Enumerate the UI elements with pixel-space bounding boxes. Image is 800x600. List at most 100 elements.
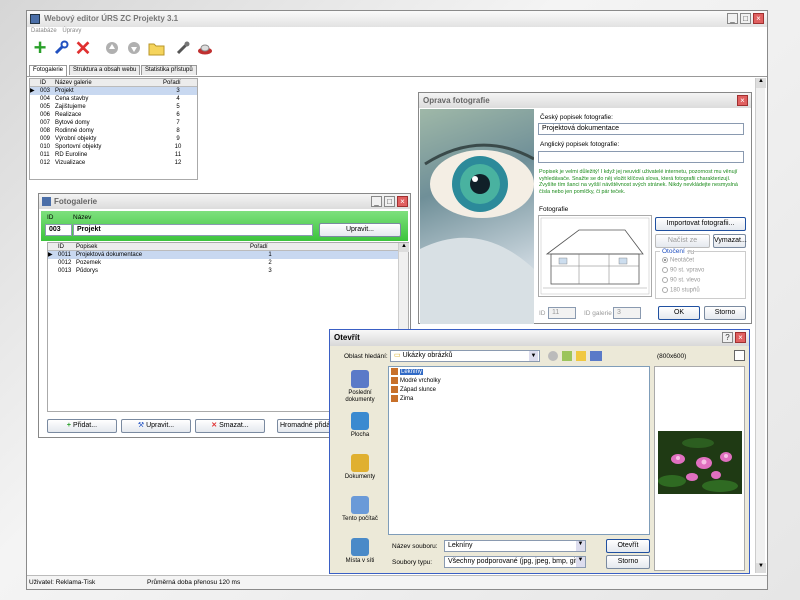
table-row[interactable]: 011 RD Euroline 11 bbox=[30, 151, 197, 159]
rotation-option[interactable]: 90 st. vlevo bbox=[662, 277, 700, 284]
table-row[interactable]: ▶ 003 Projekt 3 bbox=[30, 87, 197, 95]
rotation-option[interactable]: 90 st. vpravo bbox=[662, 267, 704, 274]
chevron-down-icon[interactable]: ▼ bbox=[576, 557, 585, 567]
file-item[interactable]: Modré vrcholky bbox=[391, 377, 647, 386]
table-row[interactable]: 0013 Půdorys 3 bbox=[48, 267, 408, 275]
up-folder-icon[interactable] bbox=[562, 351, 572, 361]
cancel-button[interactable]: Storno bbox=[606, 555, 650, 569]
main-scrollbar[interactable]: ▲ ▼ bbox=[755, 78, 766, 573]
upload-icon[interactable] bbox=[196, 39, 214, 57]
view-menu-icon[interactable] bbox=[590, 351, 602, 361]
add-photo-button[interactable]: + Přidat... bbox=[47, 419, 117, 433]
help-button[interactable]: ? bbox=[722, 332, 733, 343]
col-id[interactable]: ID bbox=[58, 243, 76, 250]
cell-name: Sportovní objekty bbox=[55, 144, 102, 150]
gallery-name-field[interactable]: Projekt bbox=[73, 224, 313, 236]
row-spacer bbox=[30, 95, 40, 103]
gallery-grid-header: ID Název galerie Pořadí bbox=[30, 79, 197, 87]
maximize-button[interactable]: □ bbox=[384, 196, 395, 207]
cell-order: 5 bbox=[176, 104, 180, 110]
table-row[interactable]: 008 Rodinné domy 8 bbox=[30, 127, 197, 135]
settings-icon[interactable] bbox=[174, 39, 192, 57]
gallery-id-field[interactable]: 003 bbox=[45, 224, 72, 236]
file-item[interactable]: Zima bbox=[391, 395, 647, 404]
bulk-add-button[interactable]: Hromadné přidán bbox=[277, 419, 337, 433]
move-down-icon[interactable] bbox=[125, 39, 143, 57]
table-row[interactable]: 004 Cena stavby 4 bbox=[30, 95, 197, 103]
look-in-label: Oblast hledání: bbox=[344, 353, 388, 360]
english-caption-input[interactable] bbox=[538, 151, 744, 163]
edit-gallery-button[interactable]: Upravit... bbox=[319, 223, 401, 237]
back-icon[interactable] bbox=[548, 351, 558, 361]
delete-photo-button[interactable]: ✕ Smazat... bbox=[195, 419, 265, 433]
minimize-button[interactable]: _ bbox=[727, 13, 738, 24]
table-row[interactable]: 006 Realizace 6 bbox=[30, 111, 197, 119]
table-row[interactable]: 0012 Pozemek 2 bbox=[48, 259, 408, 267]
row-spacer bbox=[30, 143, 40, 151]
menu-item-database[interactable]: Databáze bbox=[31, 28, 57, 34]
photo-label: Fotografie bbox=[539, 206, 569, 213]
table-row[interactable]: ▶ 0011 Projektová dokumentace 1 bbox=[48, 251, 408, 259]
ok-button[interactable]: OK bbox=[658, 306, 700, 320]
import-photo-button[interactable]: Importovat fotografii... bbox=[655, 217, 746, 231]
file-item[interactable]: Západ slunce bbox=[391, 386, 647, 395]
menu-item-edit[interactable]: Úpravy bbox=[62, 28, 81, 34]
col-caption[interactable]: Popisek bbox=[76, 243, 250, 250]
look-in-select[interactable]: ▭ Ukázky obrázků ▼ bbox=[390, 350, 540, 362]
delete-icon[interactable]: ✕ bbox=[74, 38, 92, 60]
czech-caption-input[interactable]: Projektová dokumentace bbox=[538, 123, 744, 135]
load-from-server-button[interactable]: Načíst ze serveru bbox=[655, 234, 710, 256]
open-file-titlebar: Otevřít ? × bbox=[330, 330, 749, 346]
tab-struktura[interactable]: Struktura a obsah webu bbox=[69, 65, 141, 75]
row-pointer-icon: ▶ bbox=[30, 88, 35, 94]
minimize-button[interactable]: _ bbox=[371, 196, 382, 207]
edit-photo-button[interactable]: ⚒ Upravit... bbox=[121, 419, 191, 433]
chevron-down-icon[interactable]: ▼ bbox=[576, 541, 585, 551]
filename-input[interactable]: Lekníny bbox=[444, 540, 586, 552]
table-row[interactable]: 009 Výrobní objekty 9 bbox=[30, 135, 197, 143]
places-item[interactable]: Plocha bbox=[334, 412, 386, 439]
filetype-select[interactable]: Všechny podporované (jpg, jpeg, bmp, gif… bbox=[444, 556, 586, 568]
places-item[interactable]: Dokumenty bbox=[334, 454, 386, 481]
preview-toggle-icon[interactable] bbox=[734, 350, 745, 361]
places-item[interactable]: Poslední dokumenty bbox=[334, 370, 386, 404]
table-row[interactable]: 005 Zajištujeme 5 bbox=[30, 103, 197, 111]
cell-name: Výrobní objekty bbox=[55, 136, 97, 142]
close-button[interactable]: × bbox=[735, 332, 746, 343]
close-button[interactable]: × bbox=[397, 196, 408, 207]
col-id[interactable]: ID bbox=[40, 79, 55, 86]
computer-icon bbox=[351, 496, 369, 514]
tab-statistika[interactable]: Statistika přístupů bbox=[141, 65, 197, 75]
rotation-option[interactable]: 180 stupňů bbox=[662, 287, 700, 294]
tab-fotogalerie[interactable]: Fotogalerie bbox=[29, 65, 68, 76]
table-row[interactable]: 010 Sportovní objekty 10 bbox=[30, 143, 197, 151]
wrench-icon[interactable] bbox=[52, 39, 70, 57]
move-up-icon[interactable] bbox=[103, 39, 121, 57]
file-item[interactable]: Lekníny bbox=[391, 368, 647, 377]
open-button[interactable]: Otevřít bbox=[606, 539, 650, 553]
cancel-button[interactable]: Storno bbox=[704, 306, 746, 320]
close-button[interactable]: × bbox=[753, 13, 764, 24]
col-order[interactable]: Pořadí bbox=[163, 79, 193, 86]
gallery-id-field: 3 bbox=[613, 307, 641, 319]
cell-name: Cena stavby bbox=[55, 96, 89, 102]
new-folder-icon[interactable] bbox=[576, 351, 586, 361]
maximize-button[interactable]: □ bbox=[740, 13, 751, 24]
documents-icon bbox=[351, 454, 369, 472]
places-item[interactable]: Tento počítač bbox=[334, 496, 386, 523]
places-item[interactable]: Místa v síti bbox=[334, 538, 386, 565]
close-button[interactable]: × bbox=[737, 95, 748, 106]
table-row[interactable]: 007 Bytové domy 7 bbox=[30, 119, 197, 127]
rotation-option[interactable]: Neotáčet bbox=[662, 257, 694, 264]
delete-photo-file-button[interactable]: Vymazat... bbox=[713, 234, 747, 248]
radio-icon bbox=[662, 267, 668, 273]
table-row[interactable]: 012 Vizualizace 12 bbox=[30, 159, 197, 167]
add-icon[interactable]: + bbox=[31, 35, 49, 60]
file-list: Lekníny Modré vrcholky Západ slunce Zima bbox=[388, 366, 650, 535]
cell-id: 005 bbox=[40, 104, 51, 110]
folder-icon[interactable] bbox=[147, 39, 165, 57]
col-order[interactable]: Pořadí bbox=[250, 243, 290, 250]
folder-icon: ▭ bbox=[394, 352, 403, 359]
col-name[interactable]: Název galerie bbox=[55, 79, 163, 86]
eye-image bbox=[420, 109, 534, 324]
